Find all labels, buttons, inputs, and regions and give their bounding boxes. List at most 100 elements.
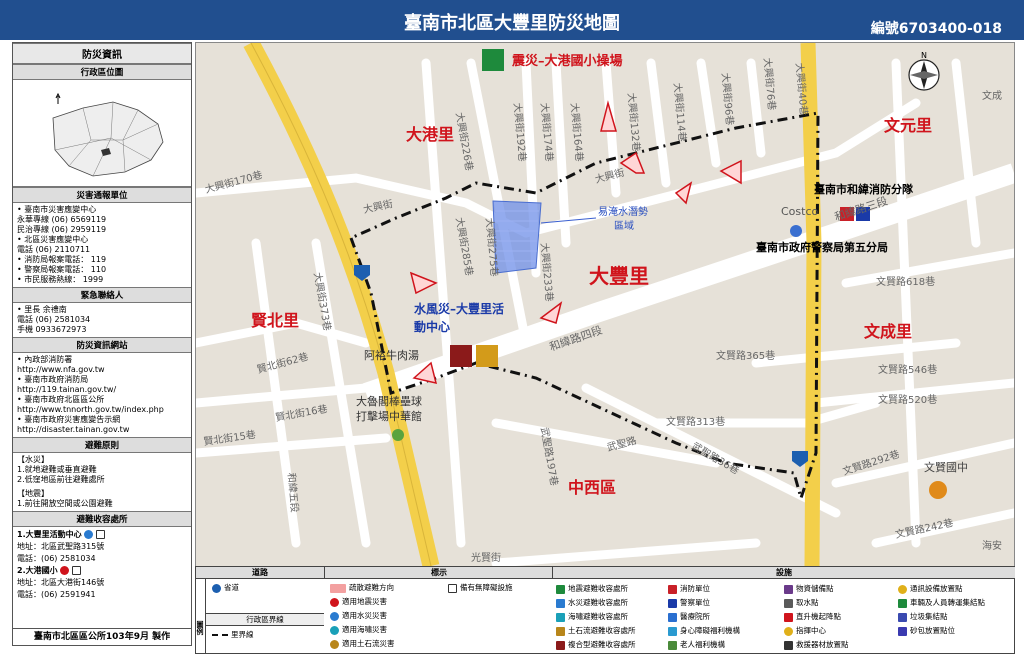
police-station-label: 臺南市政府警察局第五分局 (756, 240, 888, 254)
landslide-icon (330, 639, 339, 649)
batting-center-label: 大魯閣棒壘球 (356, 394, 422, 408)
shelter-heading: 避難收容處所 (13, 511, 191, 527)
legend-facility-item: 水災避難收容處所 (568, 598, 628, 607)
fire-station-icon (668, 584, 677, 594)
web-link[interactable]: http://119.tainan.gov.tw/ (17, 385, 187, 395)
legend-sign-item: 適用土石流災害 (342, 639, 395, 648)
flood-shelter-label-2: 動中心 (414, 319, 450, 334)
legend-facility-item: 複合型避難收容處所 (568, 640, 636, 649)
principle-list: 【水災】 1.就地避難或垂直避難 2.低窪地區前往避難處所 【地震】 1.前往開… (13, 453, 191, 511)
flood-potential-area (492, 200, 542, 274)
legend-road-item: 行政區界線 (206, 613, 324, 626)
report-line: • 北區災害應變中心 (17, 235, 89, 244)
tsunami-shelter-icon (556, 612, 565, 622)
legend-facility-item: 土石流避難收容處所 (568, 626, 636, 635)
admin-map-heading: 行政區位圖 (13, 64, 191, 80)
water-disaster-icon (84, 530, 94, 539)
report-heading: 災害通報單位 (13, 187, 191, 203)
legend-facility-item: 直升機起降點 (796, 612, 841, 621)
shelter-name: 2.大港國小 (17, 566, 58, 575)
provincial-road-east (800, 43, 822, 566)
legend-side-label: 圖例 (196, 579, 206, 653)
shelter-line: 地址：北區武聖路315號 (17, 542, 105, 551)
admin-location-map (13, 80, 191, 187)
evacuation-arrow-icon (330, 583, 346, 593)
district-label: 大港里 (406, 125, 454, 144)
contact-line: 電話 (06) 2581034 (17, 315, 91, 324)
report-line: 永華專線 (06) 6569119 (17, 215, 107, 224)
road-label: 文賢路365巷 (716, 349, 775, 362)
district-label: 文成里 (864, 322, 912, 341)
disaster-map[interactable]: N 大港里 文元里 大豐里 賢北里 文成里 中西區 震災–大港國小操場 水風災–… (195, 42, 1015, 567)
shelter-house-icon[interactable] (450, 345, 472, 367)
web-link[interactable]: http://www.nfa.gov.tw (17, 365, 187, 375)
principle-line: 1.就地避難或垂直避難 (17, 465, 97, 474)
legend-facility-col2: 消防單位 警察單位 醫療院所 身心障礙福利機構 老人福利機構 (668, 582, 740, 652)
fire-station-label: 臺南市和緯消防分隊 (814, 182, 914, 196)
garbage-point-icon (898, 612, 907, 622)
legend-facility-item: 物資儲備點 (796, 584, 834, 593)
supply-icon[interactable] (476, 345, 498, 367)
restaurant-label: 阿裕牛肉湯 (364, 348, 419, 362)
shelter-list: 1.大豐里活動中心 地址：北區武聖路315號 電話：(06) 2581034 2… (13, 527, 191, 603)
legend-facility-item: 砂包放置點位 (910, 626, 955, 635)
web-line: • 臺南市政府消防局 (17, 375, 89, 384)
legend-facility-item: 老人福利機構 (680, 640, 725, 649)
road-label: 文賢路520巷 (878, 393, 937, 406)
map-legend: 道路 標示 設施 圖例 省道 行政區界線 里界線 疏散避難方向 適用地震災害 適… (195, 566, 1015, 654)
report-line: 民治專線 (06) 2959119 (17, 225, 107, 234)
contact-line: 手機 0933672973 (17, 325, 87, 334)
hospital-icon (668, 612, 677, 622)
legend-facility-item: 身心障礙福利機構 (680, 626, 740, 635)
school-label: 文賢國中 (924, 460, 968, 474)
water-point-icon (784, 598, 793, 608)
communication-icon (898, 584, 907, 594)
web-list: • 內政部消防署 http://www.nfa.gov.tw • 臺南市政府消防… (13, 353, 191, 437)
principle-line: 2.低窪地區前往避難處所 (17, 475, 105, 484)
legend-sign-heading: 標示 (324, 567, 553, 579)
earthquake-icon (60, 566, 70, 575)
legend-facility-item: 取水點 (796, 598, 819, 607)
landslide-shelter-icon (556, 626, 565, 636)
legend-sign-item: 疏散避難方向 (349, 583, 394, 592)
village-boundary-icon (212, 634, 228, 636)
disability-welfare-icon (668, 626, 677, 636)
contact-heading: 緊急聯絡人 (13, 287, 191, 303)
district-label: 文元里 (884, 116, 932, 135)
legend-road-item: 里界線 (231, 630, 254, 639)
district-label: 大豐里 (589, 264, 649, 288)
legend-facility-col3: 物資儲備點 取水點 直升機起降點 指揮中心 救援器材放置點 (784, 582, 849, 652)
report-line: • 市民服務熱線： 1999 (17, 275, 104, 284)
road-label: 文成 (982, 89, 1002, 102)
district-label: 中西區 (568, 478, 616, 497)
police-station-icon (668, 598, 677, 608)
contact-list: • 里長 余禮南 電話 (06) 2581034 手機 0933672973 (13, 303, 191, 337)
legend-facility-item: 車輛及人員轉運集結點 (910, 598, 985, 607)
sidebar-title: 防災資訊 (13, 43, 191, 64)
web-link[interactable]: http://disaster.tainan.gov.tw (17, 425, 187, 435)
web-link[interactable]: http://www.tnnorth.gov.tw/index.php (17, 405, 187, 415)
shelter-line: 地址：北區大港街146號 (17, 578, 105, 587)
web-line: • 臺南市政府北區區公所 (17, 395, 105, 404)
park-icon (392, 429, 404, 441)
legend-facility-item: 消防單位 (680, 584, 710, 593)
shelter-name: 1.大豐里活動中心 (17, 530, 82, 539)
legend-facility-item: 通訊設備放置點 (910, 584, 963, 593)
principle-heading: 避難原則 (13, 437, 191, 453)
legend-road-item: 省道 (224, 583, 239, 592)
batting-center-label-2: 打擊場中華館 (356, 409, 422, 423)
shelter-line: 電話：(06) 2591941 (17, 590, 96, 599)
legend-facility-item: 醫療院所 (680, 612, 710, 621)
legend-facility-item: 指揮中心 (796, 626, 826, 635)
earthquake-shelter-icon[interactable] (482, 49, 504, 71)
map-code: 編號6703400-018 (870, 21, 1002, 37)
sidebar-footer: 臺南市北區區公所103年9月 製作 (13, 628, 191, 645)
legend-road-heading: 道路 (196, 567, 324, 579)
flood-shelter-label: 水風災–大豐里活 (414, 301, 504, 316)
sidebar: 防災資訊 行政區位圖 災害通報單位 • 臺南市災害應變中心 永華專線 (06) … (12, 42, 192, 646)
accessible-icon (96, 530, 106, 539)
web-line: • 臺南市政府災害應變告示網 (17, 415, 121, 424)
tsunami-icon (330, 625, 339, 635)
rescue-equipment-icon (784, 640, 793, 650)
web-line: • 內政部消防署 (17, 355, 73, 364)
